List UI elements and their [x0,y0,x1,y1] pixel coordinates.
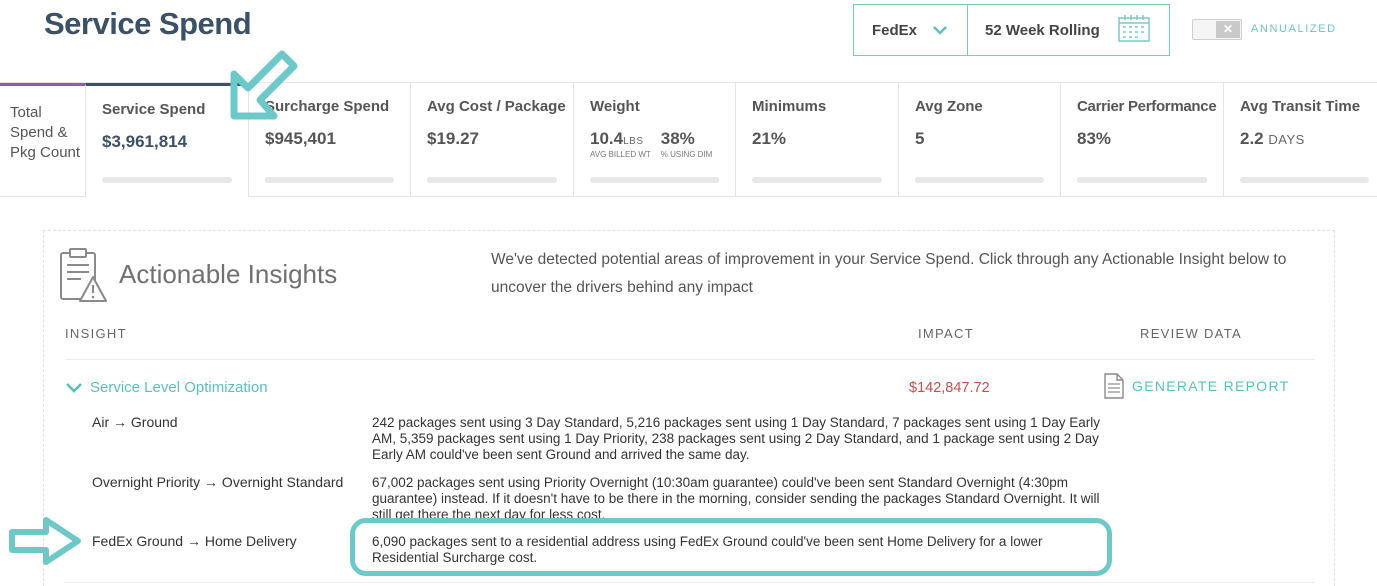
carrier-value: FedEx [872,21,918,39]
tab-avg-zone[interactable]: Avg Zone 5 [898,83,1060,197]
tab-weight[interactable]: Weight 10.4LBS AVG BILLED WT 38% % USING… [573,83,735,197]
tab-label: Avg Zone [915,98,983,115]
generate-report-label: GENERATE REPORT [1132,378,1290,394]
tab-carrier-performance[interactable]: Carrier Performance 83% [1060,83,1223,197]
insights-description: We've detected potential areas of improv… [491,251,1287,296]
tab-bar [102,177,232,183]
tab-label: Avg Cost / Package [427,98,566,115]
tab-value: 21% [752,129,787,148]
tab-label: Avg Transit Time [1240,98,1361,115]
carrier-dropdown[interactable]: FedEx [854,5,968,55]
tab-bar [427,177,557,183]
metric-tabs: Total Spend & Pkg Count Service Spend $3… [0,82,1377,197]
tab-total-spend[interactable]: Total Spend & Pkg Count [0,83,85,197]
annotation-arrow-icon [230,50,298,120]
tab-value: $3,961,814 [102,132,188,151]
weight-value: 10.4 [590,129,624,148]
tab-bar [590,177,719,183]
period-dropdown[interactable]: 52 Week Rolling [968,5,1169,55]
column-header-review: REVIEW DATA [1140,326,1242,341]
tab-bar [265,177,394,183]
tab-bar [1240,177,1369,183]
section-title: Service Level Optimization [90,379,268,396]
tab-value: $19.27 [427,129,479,148]
annualized-label: ANNUALIZED [1251,23,1337,35]
tab-label: Minimums [752,98,827,115]
filter-box: FedEx 52 Week Rolling [853,4,1170,56]
calendar-icon [1100,14,1150,46]
tab-bar [915,177,1044,183]
page-title: Service Spend [44,6,252,41]
dim-percent: 38% [660,129,695,148]
weight-sub-label: AVG BILLED WT [590,150,651,159]
annotation-highlight-box [350,518,1112,576]
transit-unit: DAYS [1268,132,1305,147]
tab-bar [752,177,882,183]
tab-bar [1077,177,1207,183]
service-level-optimization-toggle[interactable]: Service Level Optimization [66,379,268,396]
impact-value: $142,847.72 [909,380,990,396]
dim-sub-label: % USING DIM [660,150,713,159]
annotation-arrow-right-icon [9,517,81,565]
tab-avg-transit[interactable]: Avg Transit Time 2.2 DAYS [1223,83,1377,197]
tab-minimums[interactable]: Minimums 21% [735,83,898,197]
weight-unit: LBS [623,136,644,147]
tab-value: 83% [1077,129,1112,148]
column-header-impact: IMPACT [918,326,974,341]
insight-row-label: Air → Ground [92,414,178,430]
insight-row-text: 242 packages sent using 3 Day Standard, … [372,415,1100,462]
weight-values: 10.4LBS AVG BILLED WT 38% % USING DIM [590,129,735,159]
document-icon [1104,373,1124,399]
insight-row-text: 67,002 packages sent using Priority Over… [372,475,1100,522]
header-divider [65,359,1315,360]
chevron-down-icon [933,23,947,38]
insights-title: Actionable Insights [119,259,338,289]
generate-report-button[interactable]: GENERATE REPORT [1104,373,1289,399]
tab-label: Carrier Performance [1077,98,1217,115]
transit-value: 2.2 [1240,129,1264,148]
row-divider [64,582,1314,583]
insight-row-label: FedEx Ground → Home Delivery [92,533,297,549]
tab-label: Weight [590,98,640,115]
tab-value: $945,401 [265,129,336,148]
close-icon: ✕ [1216,21,1240,38]
tab-avg-cost[interactable]: Avg Cost / Package $19.27 [410,83,573,197]
annualized-toggle[interactable]: ✕ [1192,19,1242,40]
tab-value: 5 [915,129,925,148]
column-header-insight: INSIGHT [65,326,127,341]
tab-value: 2.2 DAYS [1240,129,1377,149]
insight-row-label: Overnight Priority → Overnight Standard [92,474,344,490]
clipboard-warning-icon [60,248,107,302]
period-value: 52 Week Rolling [985,21,1100,39]
chevron-down-icon [66,382,82,393]
